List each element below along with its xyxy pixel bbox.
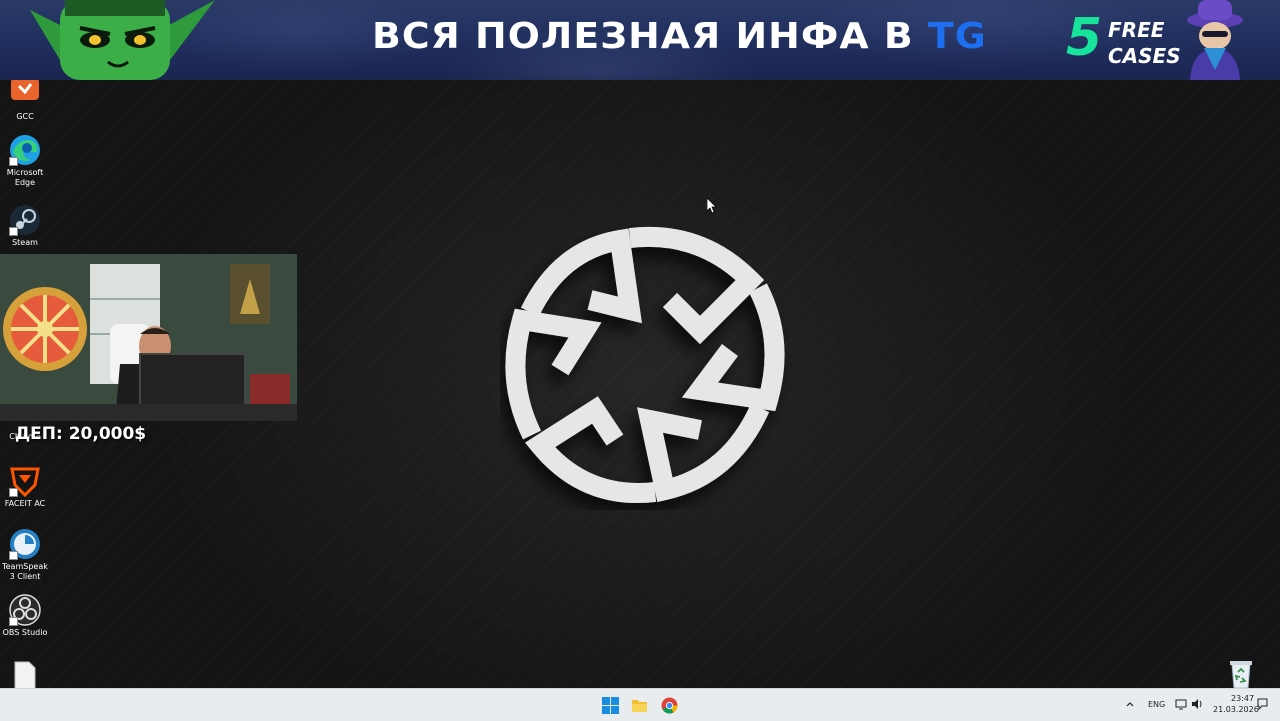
volume-icon[interactable] bbox=[1191, 698, 1203, 710]
desktop-icon-obs[interactable]: OBS Studio bbox=[0, 594, 50, 638]
notification-icon[interactable] bbox=[1257, 698, 1268, 710]
webcam-overlay bbox=[0, 254, 297, 421]
spy-character-image bbox=[1187, 0, 1243, 80]
banner-headline: ВСЯ ПОЛЕЗНАЯ ИНФА В TG bbox=[372, 16, 987, 64]
mouse-cursor-icon bbox=[707, 198, 717, 214]
gcc-icon bbox=[9, 80, 41, 110]
goblin-character-image bbox=[30, 0, 215, 80]
webcam-feed-image bbox=[0, 254, 297, 421]
file-explorer-icon[interactable] bbox=[631, 697, 648, 714]
taskbar[interactable]: ENG 23:47 21.03.2026 bbox=[0, 688, 1280, 721]
desktop-icon-steam[interactable]: Steam bbox=[0, 204, 50, 248]
shortcut-arrow-icon bbox=[9, 157, 18, 166]
shortcut-arrow-icon bbox=[9, 488, 18, 497]
chrome-taskbar-icon[interactable] bbox=[661, 697, 678, 714]
desktop-icon-gcc[interactable]: GCC bbox=[0, 80, 50, 122]
desktop-icon-teamspeak[interactable]: TeamSpeak 3 Client bbox=[0, 528, 50, 582]
desktop-icon-faceit[interactable]: FACEIT AC bbox=[0, 465, 50, 509]
banner-headline-accent: TG bbox=[927, 16, 987, 57]
free-cases-line2: CASES bbox=[1108, 44, 1181, 68]
promo-banner[interactable]: ВСЯ ПОЛЕЗНАЯ ИНФА В TG 5 FREE CASES bbox=[0, 0, 1280, 80]
deposit-label: ДЕП: 20,000$ bbox=[15, 424, 147, 444]
clock-time[interactable]: 23:47 bbox=[1231, 694, 1254, 703]
file-icon bbox=[9, 660, 41, 688]
desktop-icon-recycle-bin[interactable] bbox=[1216, 658, 1266, 688]
desktop-icon-label: TeamSpeak 3 Client bbox=[2, 562, 48, 581]
free-cases-number: 5 bbox=[1066, 8, 1103, 68]
desktop-icon-edge[interactable]: Microsoft Edge bbox=[0, 134, 50, 188]
shortcut-arrow-icon bbox=[9, 227, 18, 236]
free-cases-line1: FREE bbox=[1108, 18, 1165, 42]
desktop-icon-label: FACEIT AC bbox=[4, 499, 46, 508]
shortcut-arrow-icon bbox=[9, 617, 18, 626]
recycle-bin-icon bbox=[1225, 658, 1257, 688]
edge-icon bbox=[9, 134, 41, 166]
circular-logo-icon bbox=[505, 226, 785, 503]
network-icon[interactable] bbox=[1175, 698, 1187, 710]
desktop[interactable]: GCC Microsoft Edge Steam Chrome FACEIT A… bbox=[0, 80, 1280, 688]
banner-headline-text: ВСЯ ПОЛЕЗНАЯ ИНФА В bbox=[372, 16, 928, 57]
free-cases-badge: 5 FREE CASES bbox=[1066, 8, 1181, 72]
steam-icon bbox=[9, 204, 41, 236]
desktop-icon-label: Microsoft Edge bbox=[6, 168, 44, 187]
chevron-up-icon[interactable] bbox=[1126, 701, 1134, 707]
desktop-icon-file[interactable] bbox=[0, 660, 50, 688]
start-icon[interactable] bbox=[602, 697, 619, 714]
obs-icon bbox=[9, 594, 41, 626]
desktop-icon-label: OBS Studio bbox=[2, 628, 48, 637]
desktop-icon-label: GCC bbox=[16, 112, 34, 121]
shortcut-arrow-icon bbox=[9, 551, 18, 560]
language-indicator[interactable]: ENG bbox=[1148, 700, 1165, 709]
teamspeak-icon bbox=[9, 528, 41, 560]
clock-date[interactable]: 21.03.2026 bbox=[1213, 705, 1259, 714]
faceit-icon bbox=[9, 465, 41, 498]
desktop-icon-label: Steam bbox=[12, 238, 38, 247]
